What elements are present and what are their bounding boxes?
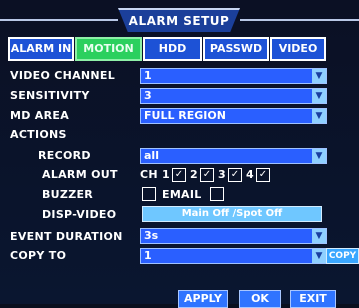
alarm-out-ch3-label: 3 [218, 168, 226, 181]
alarm-out-ch-prefix: CH [140, 168, 158, 181]
copy-button[interactable]: COPY [326, 248, 359, 264]
alarm-out-ch1-label: 1 [162, 168, 170, 181]
event-duration-label: EVENT DURATION [10, 230, 123, 243]
email-checkbox[interactable] [210, 187, 224, 201]
alarm-out-ch3-checkbox[interactable]: ✓ [228, 168, 242, 182]
disp-video-label: DISP-VIDEO [42, 208, 117, 221]
copy-to-select[interactable]: 1 ▼ [140, 248, 327, 264]
sensitivity-label: SENSITIVITY [10, 89, 90, 102]
event-duration-value: 3s [144, 229, 159, 242]
chevron-down-icon[interactable]: ▼ [312, 249, 326, 263]
alarm-out-ch4-checkbox[interactable]: ✓ [256, 168, 270, 182]
md-area-label: MD AREA [10, 109, 70, 122]
tab-video[interactable]: VIDEO [270, 37, 326, 61]
sensitivity-select[interactable]: 3 ▼ [140, 88, 327, 104]
record-select[interactable]: all ▼ [140, 148, 327, 164]
page-title: ALARM SETUP [118, 8, 240, 32]
actions-heading: ACTIONS [10, 128, 67, 141]
video-channel-label: VIDEO CHANNEL [10, 69, 116, 82]
alarm-out-label: ALARM OUT [42, 168, 118, 181]
tab-passwd[interactable]: PASSWD [203, 37, 269, 61]
record-label: RECORD [38, 149, 91, 162]
title-line-left [0, 19, 118, 21]
ok-button[interactable]: OK [239, 290, 281, 308]
record-value: all [144, 149, 159, 162]
chevron-down-icon[interactable]: ▼ [312, 149, 326, 163]
tab-alarm-in[interactable]: ALARM IN [8, 37, 74, 61]
apply-button[interactable]: APPLY [178, 290, 228, 308]
copy-to-label: COPY TO [10, 249, 67, 262]
alarm-out-ch2-checkbox[interactable]: ✓ [200, 168, 214, 182]
alarm-out-ch1-checkbox[interactable]: ✓ [172, 168, 186, 182]
chevron-down-icon[interactable]: ▼ [312, 229, 326, 243]
disp-video-button[interactable]: Main Off /Spot Off [142, 206, 322, 222]
alarm-setup-screen: ALARM SETUP ALARM IN MOTION HDD PASSWD V… [0, 0, 359, 308]
buzzer-label: BUZZER [42, 188, 94, 201]
alarm-out-ch4-label: 4 [246, 168, 254, 181]
tab-hdd[interactable]: HDD [143, 37, 202, 61]
exit-button[interactable]: EXIT [290, 290, 336, 308]
title-bar: ALARM SETUP [0, 8, 359, 32]
event-duration-select[interactable]: 3s ▼ [140, 228, 327, 244]
md-area-select[interactable]: FULL REGION ▼ [140, 108, 327, 124]
chevron-down-icon[interactable]: ▼ [312, 89, 326, 103]
tab-motion[interactable]: MOTION [75, 37, 142, 61]
title-line-right [240, 19, 359, 21]
chevron-down-icon[interactable]: ▼ [312, 109, 326, 123]
alarm-out-ch2-label: 2 [190, 168, 198, 181]
sensitivity-value: 3 [144, 89, 152, 102]
buzzer-checkbox[interactable] [142, 187, 156, 201]
email-label: EMAIL [162, 188, 202, 201]
tab-bar: ALARM IN MOTION HDD PASSWD VIDEO [8, 37, 353, 61]
md-area-value: FULL REGION [144, 109, 226, 122]
video-channel-select[interactable]: 1 ▼ [140, 68, 327, 84]
chevron-down-icon[interactable]: ▼ [312, 69, 326, 83]
copy-to-value: 1 [144, 249, 152, 262]
video-channel-value: 1 [144, 69, 152, 82]
